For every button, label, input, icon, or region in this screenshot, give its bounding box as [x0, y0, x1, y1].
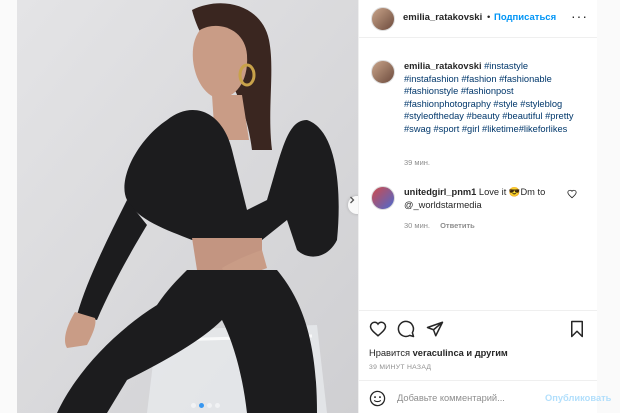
post-time-ago: 39 МИНУТ НАЗАД [369, 364, 432, 371]
comment-icon[interactable] [397, 320, 415, 338]
carousel-dots [191, 403, 220, 408]
comment: unitedgirl_pnm1 Love it 😎Dm to @_worldst… [404, 186, 572, 211]
comment-input[interactable]: Добавьте комментарий... [397, 393, 505, 403]
post-caption: emilia_ratakovski #instastyle #instafash… [404, 60, 574, 136]
caption-username[interactable]: emilia_ratakovski [404, 61, 482, 71]
comment-timestamp: 30 мин. [404, 221, 430, 230]
likes-line: Нравится veraculinca и другим [369, 348, 508, 358]
comment-meta: 30 мин. Ответить [404, 221, 475, 230]
reply-button[interactable]: Ответить [440, 221, 475, 230]
share-icon[interactable] [426, 320, 444, 338]
post-photo[interactable] [17, 0, 358, 413]
follow-button[interactable]: Подписаться [494, 12, 556, 23]
caption-avatar[interactable] [371, 60, 395, 84]
emoji-icon[interactable] [369, 390, 386, 407]
commenter-avatar[interactable] [371, 186, 395, 210]
carousel-dot [207, 403, 212, 408]
add-comment-bar: Добавьте комментарий... Опубликовать [359, 380, 611, 415]
caption-hashtags[interactable]: #instastyle #instafashion #fashion #fash… [404, 61, 574, 134]
publish-button[interactable]: Опубликовать [545, 393, 611, 403]
carousel-dot [191, 403, 196, 408]
post-actions: Нравится veraculinca и другим 39 МИНУТ Н… [359, 310, 611, 415]
comment-username[interactable]: unitedgirl_pnm1 [404, 187, 476, 197]
comment-like-heart-icon[interactable] [567, 189, 577, 199]
likes-prefix: Нравится [369, 348, 411, 358]
avatar[interactable] [371, 7, 395, 31]
bookmark-icon[interactable] [568, 320, 586, 338]
more-options-icon[interactable]: ··· [571, 8, 588, 24]
likes-others[interactable]: и другим [466, 348, 507, 358]
page-background-right [596, 0, 620, 413]
header-username[interactable]: emilia_ratakovski [403, 12, 482, 23]
likes-user[interactable]: veraculinca [413, 348, 464, 358]
next-arrow-icon [350, 196, 355, 204]
heart-icon[interactable] [369, 320, 387, 338]
photo-illustration [17, 0, 358, 413]
carousel-dot-active [199, 403, 204, 408]
page-background-left [0, 0, 17, 413]
carousel-dot [215, 403, 220, 408]
post-side-panel: emilia_ratakovski • Подписаться ··· emil… [358, 0, 611, 415]
post-header: emilia_ratakovski • Подписаться ··· [359, 0, 597, 38]
separator-dot: • [487, 12, 491, 23]
caption-timestamp: 39 мин. [404, 158, 430, 167]
